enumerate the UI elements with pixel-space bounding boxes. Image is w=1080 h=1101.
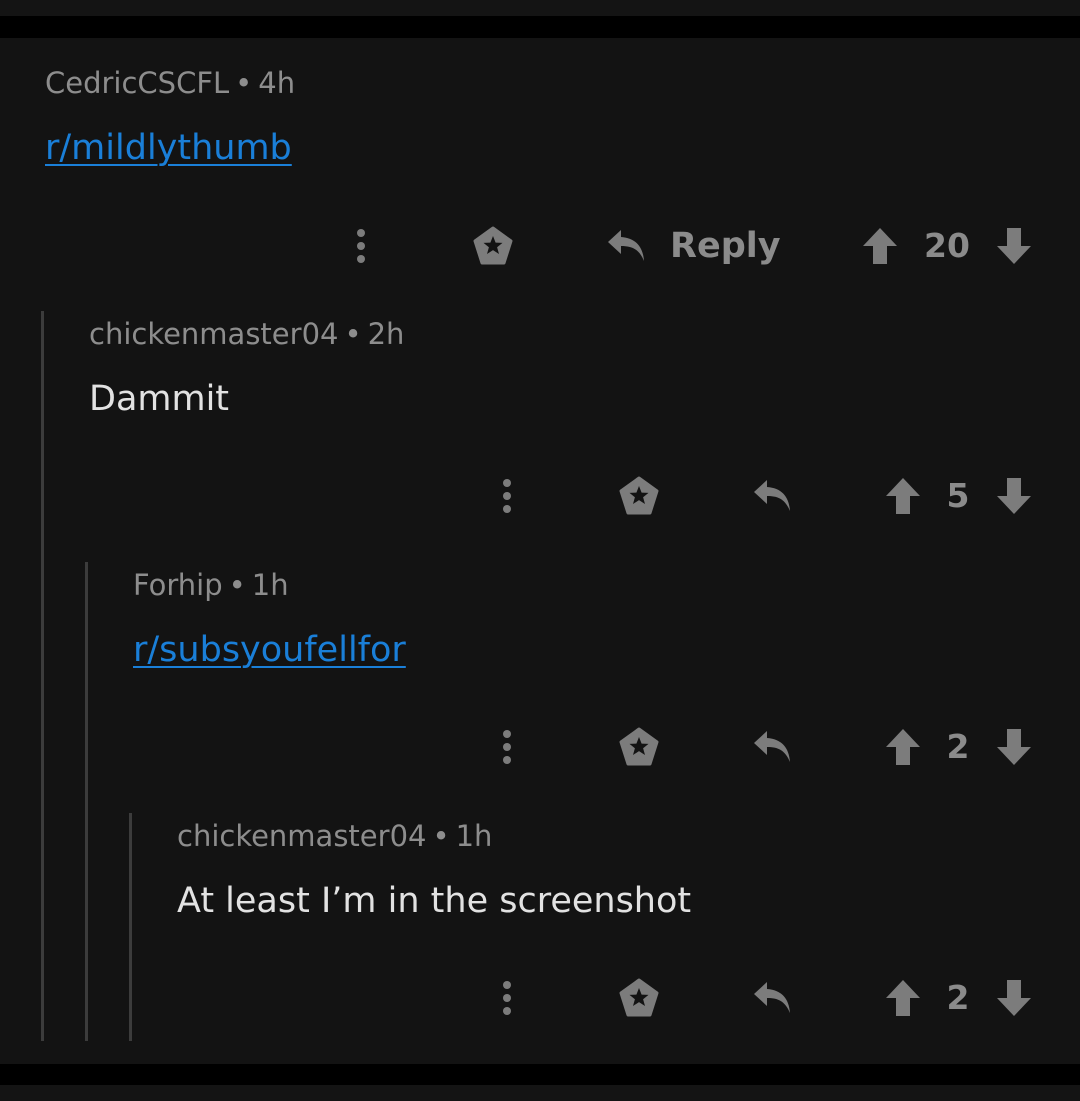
reply-arrow-icon (754, 480, 790, 511)
more-options-button[interactable] (487, 968, 527, 1028)
meta-separator: • (235, 66, 253, 100)
comment-body: Dammit (89, 379, 230, 419)
comment-action-bar: Reply 20 (0, 216, 1080, 276)
reply-button[interactable] (750, 466, 794, 526)
vote-score: 20 (924, 226, 970, 265)
username[interactable]: Forhip (133, 568, 223, 602)
upvote-button[interactable] (883, 466, 923, 526)
subreddit-link[interactable]: r/mildlythumb (45, 128, 292, 168)
meta-separator: • (432, 819, 450, 853)
reply-label[interactable]: Reply (670, 216, 781, 276)
upvote-button[interactable] (883, 717, 923, 777)
vote-score: 2 (946, 978, 970, 1017)
comment-body: r/mildlythumb (45, 126, 292, 170)
comment-body: At least I’m in the screenshot (177, 881, 692, 921)
meta-separator: • (344, 317, 362, 351)
upvote-arrow-icon (886, 729, 920, 765)
award-icon (619, 476, 659, 515)
comment-body: r/subsyoufellfor (133, 628, 406, 672)
more-vertical-icon (357, 229, 365, 263)
reply-arrow-icon (754, 731, 790, 762)
reply-button[interactable] (750, 717, 794, 777)
downvote-button[interactable] (994, 968, 1034, 1028)
award-button[interactable] (616, 717, 662, 777)
thread-line-level-1[interactable] (41, 311, 44, 1041)
comment-meta: CedricCSCFL • 4h (45, 65, 295, 101)
reply-arrow-icon (608, 230, 644, 261)
comment-age: 1h (455, 819, 493, 853)
downvote-button[interactable] (994, 717, 1034, 777)
more-options-button[interactable] (341, 216, 381, 276)
reply-button[interactable] (750, 968, 794, 1028)
username[interactable]: chickenmaster04 (177, 819, 426, 853)
award-icon (619, 978, 659, 1017)
downvote-arrow-icon (997, 478, 1031, 514)
subreddit-link[interactable]: r/subsyoufellfor (133, 630, 406, 670)
username[interactable]: CedricCSCFL (45, 66, 229, 100)
vote-score: 2 (946, 727, 970, 766)
upvote-button[interactable] (883, 968, 923, 1028)
comment-meta: chickenmaster04 • 2h (89, 316, 404, 352)
comment-thread: CedricCSCFL•4h r/mildlythumb Reply 20 (0, 38, 1080, 1064)
more-options-button[interactable] (487, 717, 527, 777)
comment-age: 2h (367, 317, 405, 351)
username[interactable]: chickenmaster04 (89, 317, 338, 351)
award-icon (619, 727, 659, 766)
comment-meta: chickenmaster04 • 1h (177, 818, 492, 854)
more-vertical-icon (503, 981, 511, 1015)
comment-action-bar: 2 (0, 717, 1080, 777)
top-edge (0, 0, 1080, 16)
award-icon (473, 226, 513, 265)
upvote-arrow-icon (863, 228, 897, 264)
comment-age: 1h (251, 568, 289, 602)
reply-button[interactable] (604, 216, 648, 276)
downvote-arrow-icon (997, 980, 1031, 1016)
bottom-edge (0, 1085, 1080, 1101)
more-vertical-icon (503, 730, 511, 764)
downvote-button[interactable] (994, 216, 1034, 276)
upvote-button[interactable] (860, 216, 900, 276)
comment-meta: Forhip • 1h (133, 567, 289, 603)
award-button[interactable] (616, 968, 662, 1028)
reply-arrow-icon (754, 982, 790, 1013)
award-button[interactable] (470, 216, 516, 276)
upvote-arrow-icon (886, 980, 920, 1016)
meta-separator: • (228, 568, 246, 602)
upvote-arrow-icon (886, 478, 920, 514)
comment-action-bar: 5 (0, 466, 1080, 526)
more-options-button[interactable] (487, 466, 527, 526)
comment-action-bar: 2 (0, 968, 1080, 1028)
downvote-arrow-icon (997, 228, 1031, 264)
downvote-button[interactable] (994, 466, 1034, 526)
award-button[interactable] (616, 466, 662, 526)
vote-score: 5 (946, 476, 970, 515)
downvote-arrow-icon (997, 729, 1031, 765)
more-vertical-icon (503, 479, 511, 513)
comment-age: 4h (258, 66, 296, 100)
